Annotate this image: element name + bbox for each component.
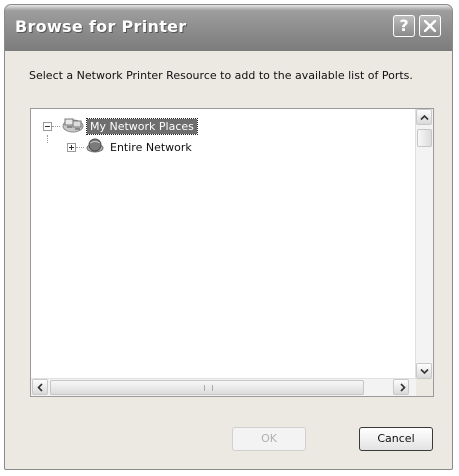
- instructions-text: Select a Network Printer Resource to add…: [29, 69, 413, 82]
- scroll-down-button[interactable]: [416, 363, 432, 379]
- network-tree-view[interactable]: My Network Places Entire Network: [30, 108, 434, 397]
- chevron-left-icon: [37, 383, 43, 392]
- tree-item-my-network-places[interactable]: My Network Places: [43, 117, 198, 136]
- vertical-scroll-thumb[interactable]: [417, 129, 432, 147]
- collapse-icon[interactable]: [43, 121, 52, 131]
- vertical-scrollbar[interactable]: [415, 109, 433, 379]
- ok-button[interactable]: OK: [232, 427, 306, 451]
- chevron-down-icon: [420, 368, 429, 375]
- title-bar[interactable]: Browse for Printer ?: [5, 5, 452, 51]
- scrollbar-corner: [416, 379, 433, 396]
- tree-item-label: My Network Places: [86, 117, 198, 135]
- close-button[interactable]: [419, 15, 441, 37]
- expand-icon[interactable]: [67, 142, 76, 152]
- help-icon: ?: [399, 16, 409, 35]
- help-button[interactable]: ?: [393, 15, 415, 37]
- cancel-button[interactable]: Cancel: [359, 427, 433, 451]
- scroll-left-button[interactable]: [32, 379, 48, 395]
- scroll-up-button[interactable]: [416, 109, 432, 125]
- horizontal-scrollbar[interactable]: [31, 378, 416, 396]
- network-places-icon: [62, 117, 84, 136]
- close-icon: [424, 20, 436, 32]
- scroll-right-button[interactable]: [393, 379, 409, 395]
- horizontal-scroll-thumb[interactable]: [50, 380, 364, 395]
- tree-item-label: Entire Network: [110, 140, 192, 154]
- window-title: Browse for Printer: [15, 17, 187, 36]
- chevron-up-icon: [420, 114, 429, 121]
- browse-printer-dialog: Browse for Printer ? Select a Network Pr…: [4, 4, 453, 470]
- tree-item-entire-network[interactable]: Entire Network: [67, 138, 195, 156]
- chevron-right-icon: [400, 383, 406, 392]
- globe-icon: [86, 138, 104, 157]
